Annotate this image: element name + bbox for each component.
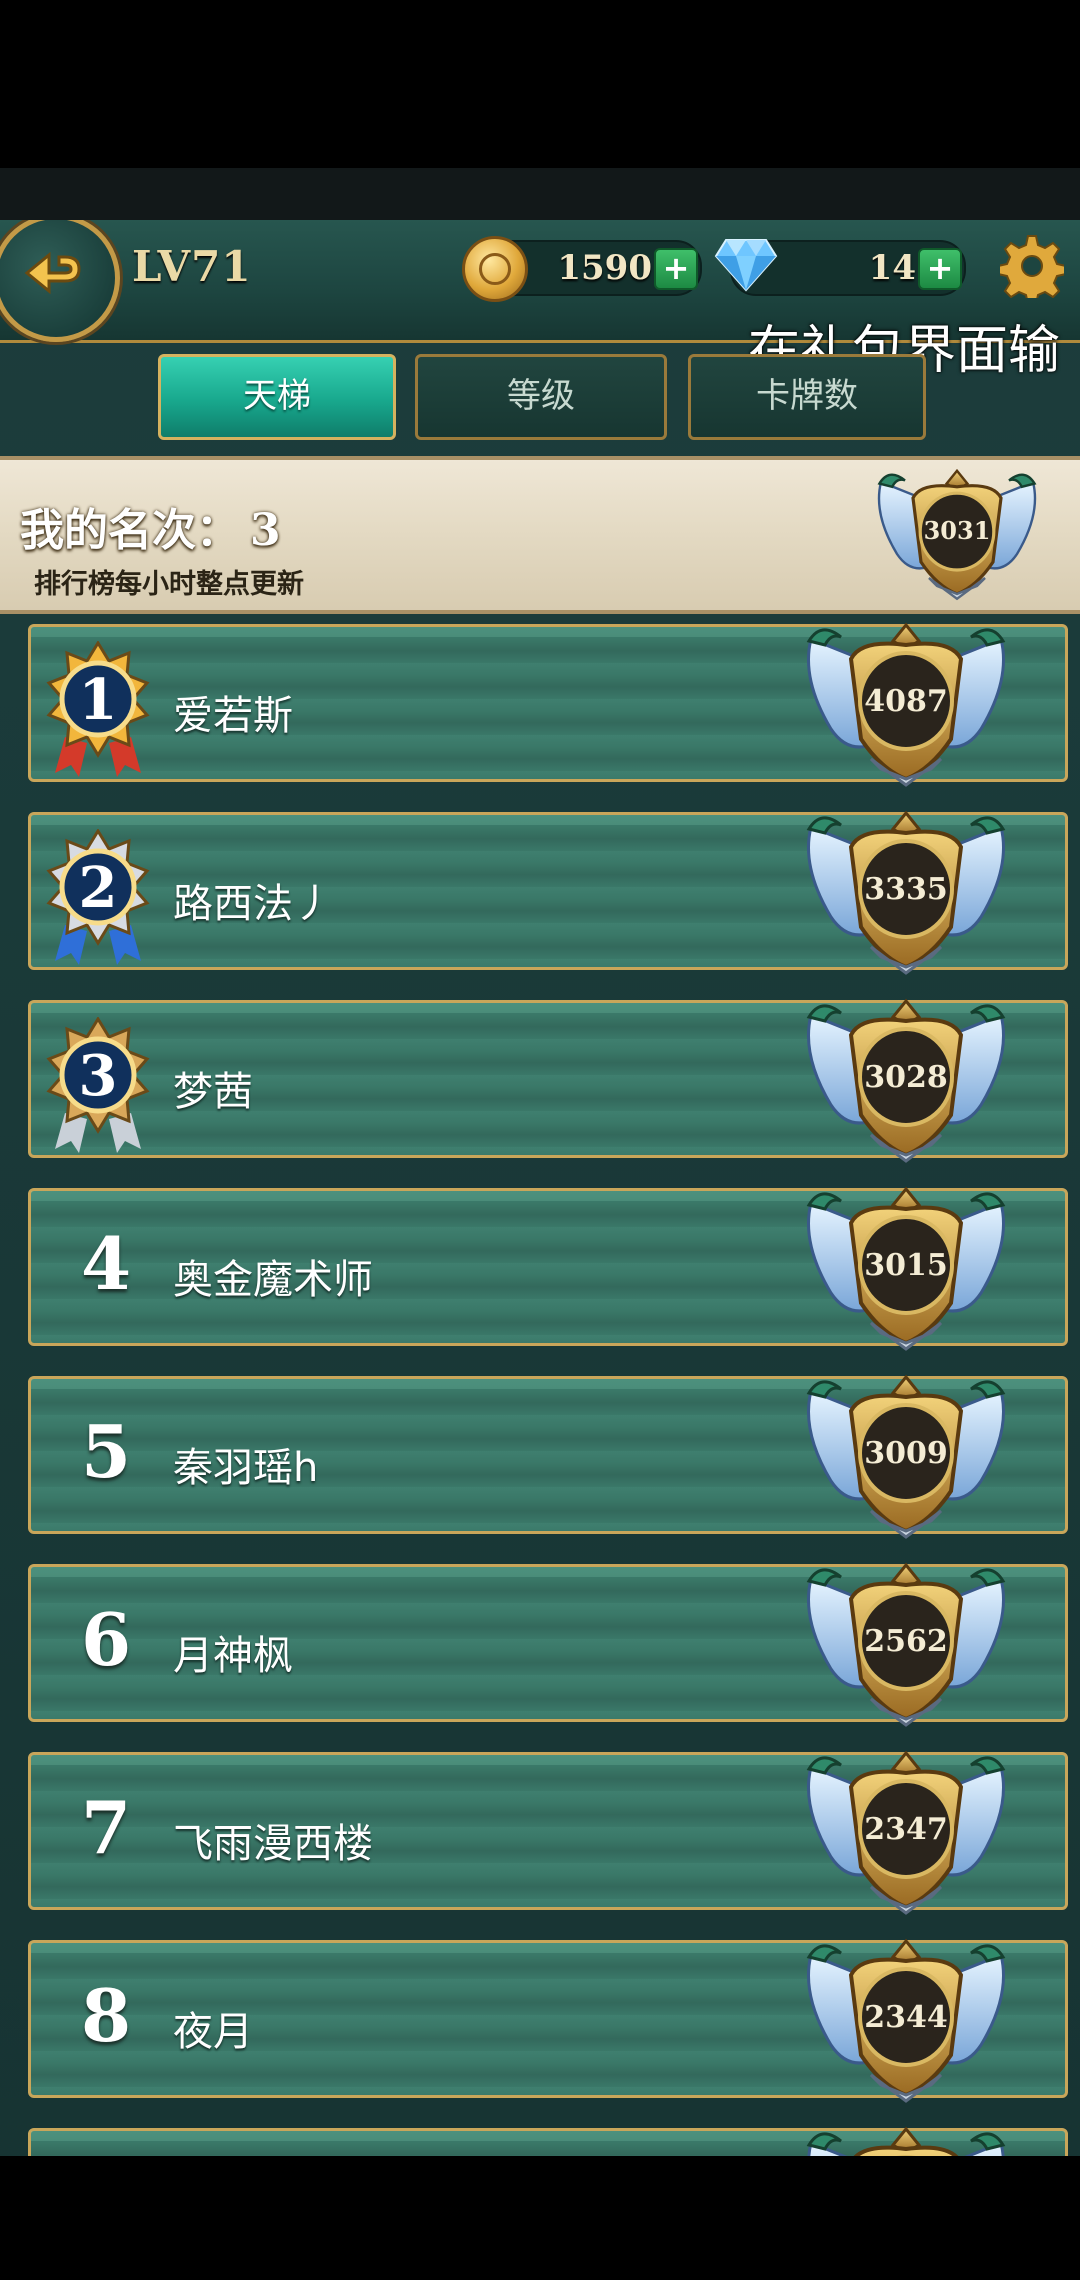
player-score: 3028: [864, 1060, 948, 1095]
leaderboard-row[interactable]: 6 月神枫 2562: [28, 1563, 1068, 1727]
diamond-icon: [714, 239, 778, 292]
player-score: 2562: [864, 1624, 948, 1659]
leaderboard-row[interactable]: 8 夜月 2344: [28, 1939, 1068, 2103]
rank-number: 7: [80, 1785, 132, 1870]
player-name: 夜月: [173, 2009, 253, 2055]
score-emblem: 3028: [806, 999, 1006, 1163]
medal-rank: 1: [79, 667, 118, 733]
tab-card-count[interactable]: 卡牌数: [688, 354, 926, 440]
my-rank-title: 我的名次：: [20, 505, 240, 556]
back-arrow-icon: [24, 251, 81, 295]
player-name: 飞雨漫西楼: [173, 1821, 373, 1867]
score-emblem: 2347: [806, 1751, 1006, 1915]
score-emblem: [806, 2127, 1006, 2156]
player-score: 3335: [864, 872, 948, 907]
medal-rank: 2: [79, 855, 118, 921]
player-score: 3009: [864, 1436, 948, 1471]
rank-emblem: 3031: [877, 469, 1037, 601]
player-name: 月神枫: [173, 1633, 293, 1679]
player-name: 路西法丿: [173, 881, 333, 927]
gold-coin-icon: [462, 236, 528, 302]
leaderboard-screen: LV71 1590 + 14 + 在礼包界面输 天梯 等级 卡牌数 我的名次： …: [0, 220, 1080, 2156]
tab-ladder[interactable]: 天梯: [158, 354, 396, 440]
leaderboard-row[interactable]: 3 梦茜 3028: [28, 999, 1068, 1163]
player-score: 4087: [864, 684, 948, 719]
score-emblem: 3335: [806, 811, 1006, 975]
score-emblem: 3009: [806, 1375, 1006, 1539]
gem-amount: 14: [868, 248, 916, 288]
player-level: LV71: [132, 242, 252, 291]
score-emblem: 3015: [806, 1187, 1006, 1351]
rank-number: 8: [80, 1973, 132, 2058]
my-rank-panel: 我的名次： 3 排行榜每小时整点更新 3031: [0, 456, 1080, 614]
player-score: 2347: [864, 1812, 948, 1847]
player-name: 秦羽瑶h: [173, 1445, 319, 1491]
rank-medal-icon: 3: [46, 1017, 150, 1153]
update-note: 排行榜每小时整点更新: [34, 569, 304, 600]
leaderboard-row[interactable]: 1 爱若斯 4087: [28, 623, 1068, 787]
player-name: 奥金魔术师: [173, 1257, 373, 1303]
back-button[interactable]: [0, 220, 120, 342]
player-name: 梦茜: [173, 1069, 253, 1115]
leaderboard-row[interactable]: [28, 2127, 1068, 2156]
gem-counter: 14 +: [714, 239, 966, 296]
my-score: 3031: [924, 516, 991, 545]
leaderboard-row[interactable]: 7 飞雨漫西楼 2347: [28, 1751, 1068, 1915]
my-rank-value: 3: [250, 505, 281, 556]
gear-icon[interactable]: [1000, 234, 1064, 298]
gold-counter: 1590 +: [462, 236, 702, 302]
player-score: 3015: [864, 1248, 948, 1283]
status-bar: [0, 0, 1080, 168]
leaderboard-row[interactable]: 5 秦羽瑶h 3009: [28, 1375, 1068, 1539]
rank-number: 6: [80, 1597, 132, 1682]
rank-number: 4: [80, 1221, 132, 1306]
player-score: 2344: [864, 2000, 948, 2035]
score-emblem: 2344: [806, 1939, 1006, 2103]
score-emblem: 4087: [806, 623, 1006, 787]
rank-number: 5: [80, 1409, 132, 1494]
add-gems-button[interactable]: +: [918, 248, 962, 290]
leaderboard-row[interactable]: 4 奥金魔术师 3015: [28, 1187, 1068, 1351]
player-name: 爱若斯: [173, 693, 293, 739]
add-gold-button[interactable]: +: [654, 248, 698, 290]
medal-rank: 3: [79, 1043, 118, 1109]
top-strip: [0, 168, 1080, 220]
score-emblem: 2562: [806, 1563, 1006, 1727]
tab-level[interactable]: 等级: [415, 354, 667, 440]
my-rank-label: 我的名次： 3: [20, 494, 281, 558]
rank-medal-icon: 2: [46, 829, 150, 965]
leaderboard-row[interactable]: 2 路西法丿 3335: [28, 811, 1068, 975]
gold-amount: 1590: [557, 248, 652, 288]
rank-medal-icon: 1: [46, 641, 150, 777]
